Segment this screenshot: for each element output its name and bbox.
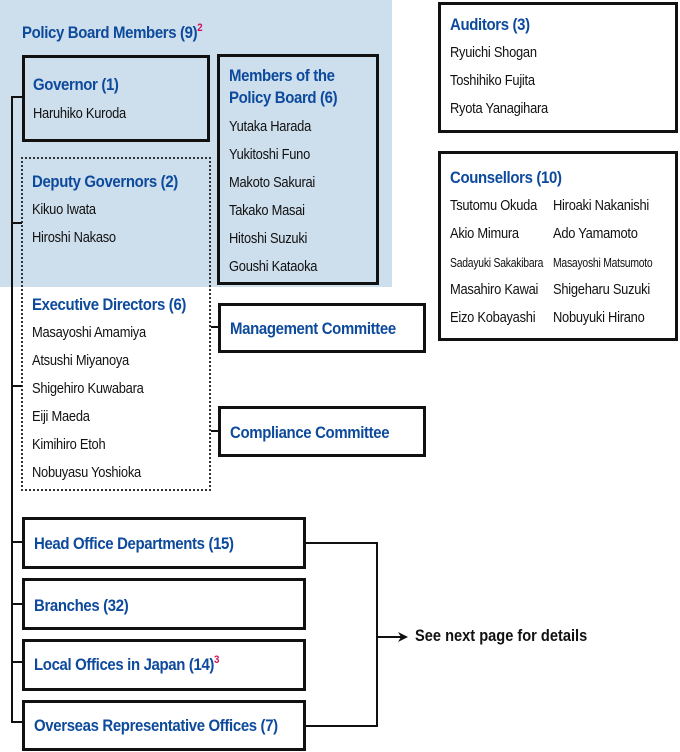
local-offices-box[interactable]: Local Offices in Japan (14)3 [22, 639, 306, 691]
auditors-box[interactable]: Auditors (3) Ryuichi Shogan Toshihiko Fu… [438, 2, 678, 133]
counsellors-title: Counsellors (10) [450, 168, 562, 187]
executive-director-name: Kimihiro Etoh [32, 436, 106, 453]
executive-director-name: Atsushi Miyanoya [32, 352, 129, 369]
member-name: Takako Masai [229, 202, 305, 219]
executive-director-name: Nobuyasu Yoshioka [32, 464, 141, 481]
policy-board-members-box[interactable]: Members of the Policy Board (6) Yutaka H… [217, 54, 379, 285]
branches-box[interactable]: Branches (32) [22, 578, 306, 630]
executive-directors-title: Executive Directors (6) [32, 295, 187, 314]
member-name: Yukitoshi Funo [229, 146, 311, 163]
counsellor-name: Eizo Kobayashi [450, 309, 536, 326]
counsellor-name: Hiroaki Nakanishi [553, 197, 649, 214]
footnote-marker: 2 [197, 22, 203, 34]
executive-director-name: Eiji Maeda [32, 408, 90, 425]
member-name: Yutaka Harada [229, 118, 311, 135]
overseas-box[interactable]: Overseas Representative Offices (7) [22, 700, 306, 751]
governor-tick [11, 96, 23, 98]
arrow-head-icon [398, 632, 408, 642]
deputy-governors-title: Deputy Governors (2) [32, 172, 178, 191]
counsellor-name: Masahiro Kawai [450, 281, 539, 298]
management-committee-box[interactable]: Management Committee [218, 303, 426, 353]
deputy-governor-name: Kikuo Iwata [32, 201, 96, 218]
counsellor-name: Sadayuki Sakakibara [450, 255, 544, 270]
auditor-name: Ryuichi Shogan [450, 44, 537, 61]
see-next-page-note: See next page for details [415, 626, 588, 645]
members-title-line2: Policy Board (6) [229, 88, 338, 107]
governor-box[interactable]: Governor (1) Haruhiko Kuroda [22, 55, 210, 142]
overseas-label: Overseas Representative Offices (7) [34, 716, 278, 735]
counsellor-name: Ado Yamamoto [553, 225, 638, 242]
counsellor-name: Shigeharu Suzuki [553, 281, 650, 298]
auditors-title: Auditors (3) [450, 15, 530, 34]
head-office-box[interactable]: Head Office Departments (15) [22, 517, 306, 569]
member-name: Makoto Sakurai [229, 174, 316, 191]
counsellor-name: Tsutomu Okuda [450, 197, 537, 214]
bracket-bottom [306, 725, 377, 727]
executive-director-name: Shigehiro Kuwabara [32, 380, 144, 397]
auditor-name: Toshihiko Fujita [450, 72, 535, 89]
policy-board-title-text: Policy Board Members (9) [22, 23, 198, 42]
counsellor-name: Masayoshi Matsumoto [553, 255, 653, 270]
compliance-committee-label: Compliance Committee [230, 423, 390, 442]
bracket-top [306, 542, 377, 544]
deputy-tick [11, 222, 22, 224]
bracket-vertical [376, 542, 378, 727]
management-committee-label: Management Committee [230, 319, 396, 338]
auditor-name: Ryota Yanagihara [450, 100, 548, 117]
head-office-label: Head Office Departments (15) [34, 534, 234, 553]
local-offices-text: Local Offices in Japan (14) [34, 655, 215, 674]
counsellors-box[interactable]: Counsellors (10) Tsutomu Okuda Akio Mimu… [438, 151, 678, 341]
executive-tick [11, 385, 22, 387]
governor-title: Governor (1) [33, 75, 119, 94]
governor-name: Haruhiko Kuroda [33, 105, 126, 122]
executive-director-name: Masayoshi Amamiya [32, 324, 146, 341]
deputy-governor-name: Hiroshi Nakaso [32, 229, 116, 246]
counsellor-name: Akio Mimura [450, 225, 519, 242]
member-name: Hitoshi Suzuki [229, 230, 308, 247]
branches-label: Branches (32) [34, 596, 129, 615]
member-name: Goushi Kataoka [229, 258, 318, 275]
members-title-line1: Members of the [229, 66, 335, 85]
footnote-marker: 3 [214, 654, 220, 666]
local-offices-label: Local Offices in Japan (14)3 [34, 654, 220, 675]
policy-board-title: Policy Board Members (9)2 [22, 22, 203, 43]
org-spine-line [11, 96, 13, 723]
compliance-committee-box[interactable]: Compliance Committee [218, 406, 426, 457]
counsellor-name: Nobuyuki Hirano [553, 309, 645, 326]
